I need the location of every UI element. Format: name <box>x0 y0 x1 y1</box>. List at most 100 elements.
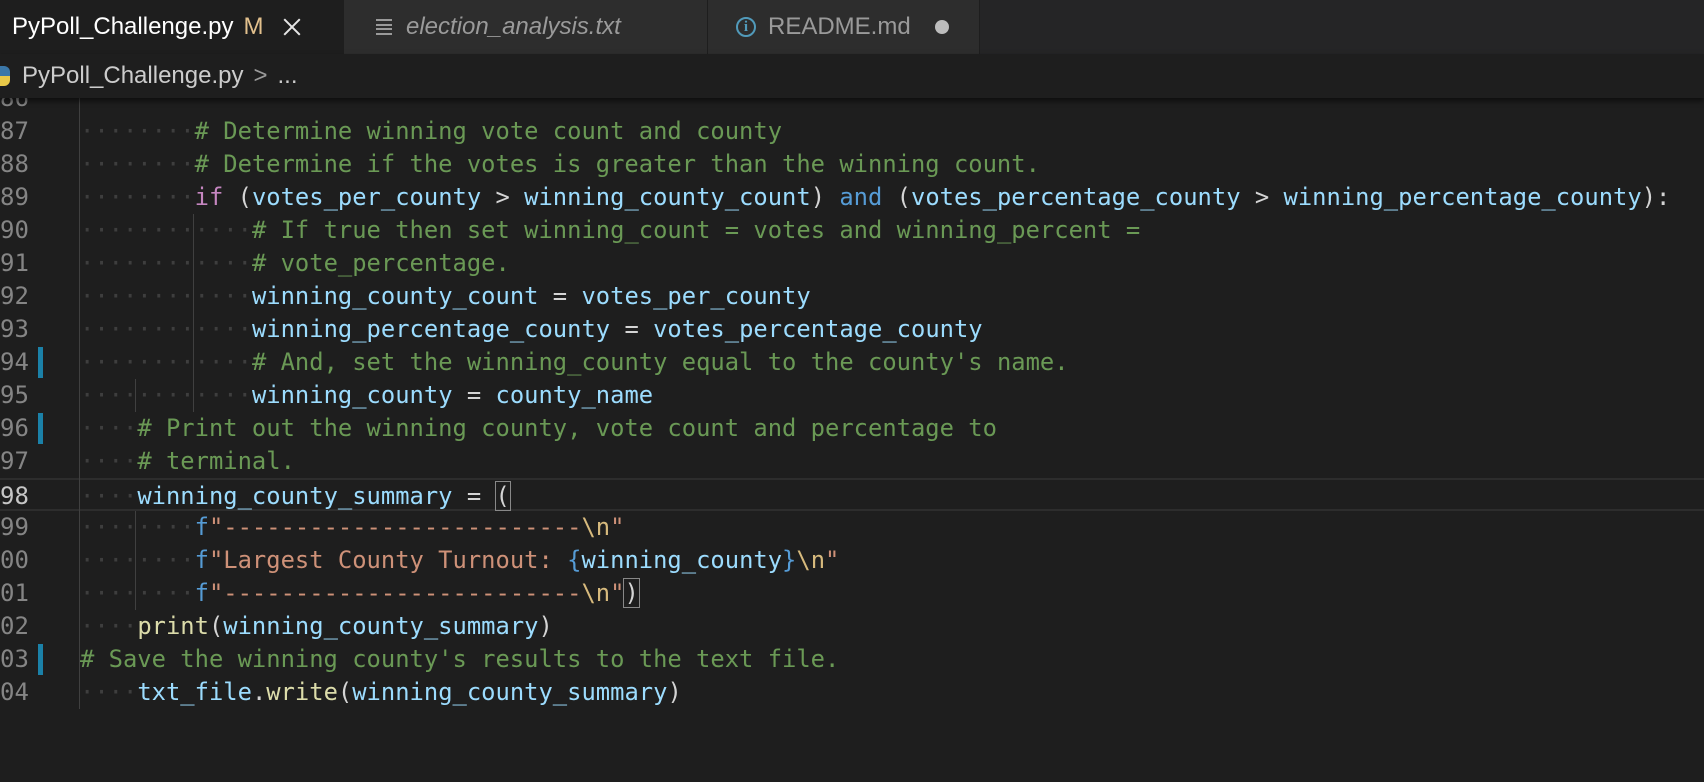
code-text: ········f"-------------------------\n") <box>80 577 640 610</box>
whitespace-dots: ········ <box>80 183 195 211</box>
code-comment: # Determine winning vote count and count… <box>194 117 783 145</box>
code-line[interactable]: 95 ············winning_county = county_na… <box>0 379 1704 412</box>
code-token: winning_county_summary <box>137 482 453 510</box>
code-line[interactable]: 92 ············winning_county_count = vot… <box>0 280 1704 313</box>
code-text: ····txt_file.write(winning_county_summar… <box>80 676 682 709</box>
breadcrumb-more[interactable]: ... <box>278 62 298 90</box>
code-line[interactable]: 86 <box>0 98 1704 115</box>
code-token: . <box>251 678 267 706</box>
line-number: 89 <box>0 183 29 211</box>
line-number: 98 <box>0 482 29 510</box>
unsaved-dot-icon[interactable] <box>934 20 949 34</box>
code-line[interactable]: 93 ············winning_percentage_county … <box>0 313 1704 346</box>
code-token: "------------------------- <box>208 513 582 541</box>
modified-gutter-marker[interactable] <box>38 347 43 378</box>
code-line[interactable]: 99 ········f"-------------------------\n" <box>0 511 1704 544</box>
whitespace-dots: ···· <box>80 678 138 706</box>
indent-guide <box>135 379 137 412</box>
code-line[interactable]: 88 ········# Determine if the votes is gr… <box>0 148 1704 181</box>
modified-gutter-marker[interactable] <box>38 644 43 675</box>
code-token: "------------------------- <box>208 579 582 607</box>
code-token: county_name <box>495 381 654 409</box>
code-token: } <box>782 546 797 574</box>
code-token: votes_percentage_county <box>653 315 983 343</box>
whitespace-dots: ············ <box>80 348 252 376</box>
code-line[interactable]: 89 ········if (votes_per_county > winning… <box>0 181 1704 214</box>
tab-readme[interactable]: i README.md <box>708 0 980 54</box>
code-token: votes_per_county <box>251 183 482 211</box>
code-token: ( <box>208 612 224 640</box>
code-token: winning_county_summary <box>352 678 668 706</box>
code-line[interactable]: 98 ····winning_county_summary = ( <box>0 478 1704 511</box>
code-line[interactable]: 01 ········f"-------------------------\n"… <box>0 577 1704 610</box>
code-text: # Save the winning county's results to t… <box>80 643 839 676</box>
breadcrumb-file[interactable]: PyPoll_Challenge.py <box>22 62 243 90</box>
code-line[interactable]: 90 ············# If true then set winning… <box>0 214 1704 247</box>
code-token: ) <box>667 678 682 706</box>
line-number: 04 <box>0 678 29 706</box>
line-number: 02 <box>0 612 29 640</box>
line-number: 91 <box>0 249 29 277</box>
code-token: { <box>567 546 582 574</box>
tab-election-analysis[interactable]: election_analysis.txt <box>344 0 708 54</box>
code-editor[interactable]: 86 87 ········# Determine winning vote cou… <box>0 98 1704 782</box>
code-line[interactable]: 00 ········f"Largest County Turnout: {win… <box>0 544 1704 577</box>
code-line[interactable]: 87 ········# Determine winning vote count… <box>0 115 1704 148</box>
code-token: ) <box>538 612 553 640</box>
code-line[interactable]: 97 ····# terminal. <box>0 445 1704 478</box>
code-token: winning_county_count <box>524 183 811 211</box>
whitespace-dots: ········ <box>80 546 195 574</box>
code-token: f <box>194 513 209 541</box>
code-text: ····# Print out the winning county, vote… <box>80 412 997 445</box>
line-number: 96 <box>0 414 29 442</box>
modified-gutter-marker[interactable] <box>38 413 43 444</box>
code-token: f <box>194 579 209 607</box>
code-text: ········# Determine if the votes is grea… <box>80 148 1040 181</box>
line-number: 94 <box>0 348 29 376</box>
code-token: and <box>839 183 883 211</box>
code-line[interactable]: 96 ····# Print out the winning county, vo… <box>0 412 1704 445</box>
code-comment: # Save the winning county's results to t… <box>80 645 840 673</box>
code-token: = <box>610 315 654 343</box>
code-token: \n <box>581 513 611 541</box>
whitespace-dots: ············ <box>80 381 252 409</box>
code-token: ( <box>223 183 252 211</box>
close-icon[interactable] <box>281 16 303 38</box>
code-line[interactable]: 91 ············# vote_percentage. <box>0 247 1704 280</box>
code-text: ············# And, set the winning_count… <box>80 346 1069 379</box>
code-line[interactable]: 94 ············# And, set the winning_cou… <box>0 346 1704 379</box>
whitespace-dots: ···· <box>80 612 138 640</box>
code-token: = <box>452 482 496 510</box>
code-token: if <box>194 183 224 211</box>
line-number: 99 <box>0 513 29 541</box>
code-token: = <box>452 381 496 409</box>
indent-guide <box>79 98 80 709</box>
code-text: ····# terminal. <box>80 445 295 478</box>
line-number: 86 <box>0 98 29 112</box>
whitespace-dots: ········ <box>80 579 195 607</box>
text-file-icon <box>376 19 392 35</box>
code-text: ········f"Largest County Turnout: {winni… <box>80 544 839 577</box>
code-text: ········f"-------------------------\n" <box>80 511 624 544</box>
code-token: winning_county_summary <box>223 612 539 640</box>
code-line[interactable]: 02 ····print(winning_county_summary) <box>0 610 1704 643</box>
code-token: ( <box>882 183 911 211</box>
code-token: ) <box>810 183 840 211</box>
line-number: 95 <box>0 381 29 409</box>
whitespace-dots: ············ <box>80 249 252 277</box>
code-line[interactable]: 04 ····txt_file.write(winning_county_summ… <box>0 676 1704 709</box>
code-token: winning_county <box>581 546 783 574</box>
code-text: ············# vote_percentage. <box>80 247 510 280</box>
code-line[interactable]: 03 # Save the winning county's results to… <box>0 643 1704 676</box>
line-number: 97 <box>0 447 29 475</box>
tab-pypoll-challenge[interactable]: PyPoll_Challenge.py M <box>0 0 344 54</box>
line-number: 88 <box>0 150 29 178</box>
code-comment: # If true then set winning_count = votes… <box>251 216 1141 244</box>
code-text: ············winning_county_count = votes… <box>80 280 811 313</box>
code-token: f <box>194 546 209 574</box>
whitespace-dots: ········ <box>80 150 195 178</box>
tab-label: PyPoll_Challenge.py <box>12 13 234 40</box>
code-text: ········if (votes_per_county > winning_c… <box>80 181 1670 214</box>
line-number: 01 <box>0 579 29 607</box>
whitespace-dots: ············ <box>80 315 252 343</box>
